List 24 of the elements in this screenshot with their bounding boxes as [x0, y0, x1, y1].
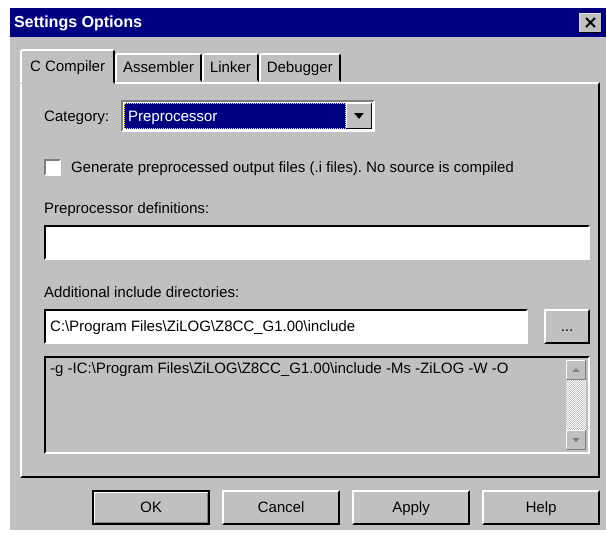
scroll-up-icon[interactable] [566, 360, 586, 380]
close-icon[interactable] [579, 12, 602, 32]
browse-button[interactable]: ... [544, 309, 590, 344]
dialog-button[interactable]: OK [92, 490, 210, 525]
checkbox-label: Generate preprocessed output files (.i files). No source is compiled [71, 159, 514, 176]
definitions-label: Preprocessor definitions: [44, 200, 210, 217]
dialog-button[interactable]: Help [482, 490, 600, 525]
category-label: Category: [44, 108, 110, 124]
tab[interactable]: Assembler [115, 53, 202, 82]
include-field[interactable]: C:\Program Files\ZiLOG\Z8CC_G1.00\include [44, 309, 528, 344]
include-label: Additional include directories: [44, 284, 240, 301]
window-title: Settings Options [14, 14, 142, 32]
dialog-button[interactable]: Apply [352, 490, 470, 525]
scroll-down-icon[interactable] [566, 430, 586, 450]
dropdown-arrow-icon[interactable] [346, 103, 372, 129]
checkbox[interactable] [44, 159, 61, 176]
tab[interactable]: C Compiler [20, 49, 116, 84]
scrollbar[interactable] [566, 358, 588, 452]
category-dropdown[interactable]: Preprocessor [121, 100, 376, 132]
options-text: -g -IC:\Program Files\ZiLOG\Z8CC_G1.00\include -Ms -ZiLOG -W -O [49, 359, 510, 379]
tab[interactable]: Debugger [258, 53, 341, 82]
definitions-field[interactable] [44, 225, 590, 260]
tab[interactable]: Linker [202, 53, 259, 82]
dialog-button[interactable]: Cancel [222, 490, 340, 525]
